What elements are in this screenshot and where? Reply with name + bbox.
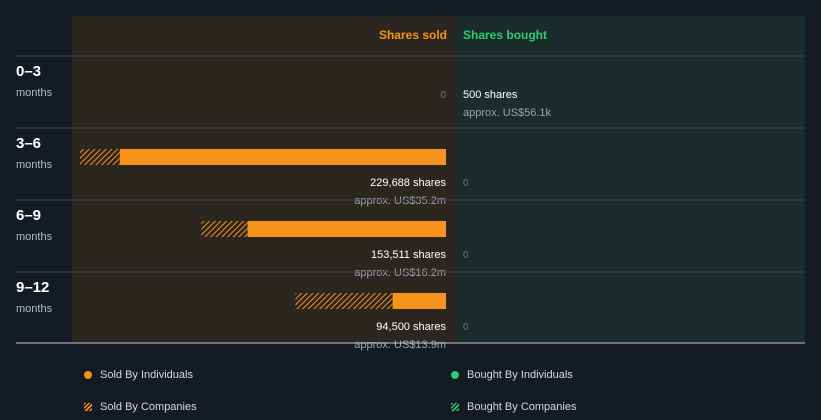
sold-value-label: approx. US$16.2m — [354, 267, 446, 279]
legend-label: Sold By Companies — [100, 401, 197, 413]
legend-label: Sold By Individuals — [100, 369, 193, 381]
bought-shares-label: 0 — [463, 178, 469, 189]
sold-by-individuals-bar — [119, 149, 447, 165]
green-dot-icon — [451, 371, 459, 379]
sold-shares-label: 153,511 shares — [371, 249, 447, 261]
sold-by-companies-bar — [201, 221, 248, 237]
bought-panel-background — [455, 16, 805, 342]
bought-shares-label: 0 — [463, 322, 469, 333]
period-label: 6–9 — [16, 207, 41, 224]
legend-sold-companies: Sold By Companies — [84, 401, 197, 413]
green-hatch-icon — [451, 403, 459, 411]
sold-shares-label: 229,688 shares — [370, 177, 446, 189]
sold-shares-label: 94,500 shares — [376, 321, 446, 333]
legend-bought-companies: Bought By Companies — [451, 401, 576, 413]
orange-dot-icon — [84, 371, 92, 379]
period-label: 9–12 — [16, 279, 49, 296]
period-unit-label: months — [16, 231, 53, 243]
sold-by-individuals-bar — [247, 221, 446, 237]
sold-shares-label: 0 — [440, 90, 446, 101]
sold-value-label: approx. US$13.9m — [354, 339, 446, 351]
period-label: 0–3 — [16, 63, 41, 80]
sold-by-companies-bar — [295, 293, 393, 309]
legend-sold-individuals: Sold By Individuals — [84, 369, 193, 381]
bought-value-label: approx. US$56.1k — [463, 107, 552, 119]
insider-trading-chart: Shares sold Shares bought 0–3 months 0 500 … — [16, 16, 805, 351]
period-label: 3–6 — [16, 135, 41, 152]
bought-shares-label: 0 — [463, 250, 469, 261]
legend-label: Bought By Individuals — [467, 369, 573, 381]
sold-by-companies-bar — [80, 149, 120, 165]
bought-shares-label: 500 shares — [463, 89, 518, 101]
sold-value-label: approx. US$35.2m — [354, 195, 446, 207]
period-unit-label: months — [16, 303, 53, 315]
sold-by-individuals-bar — [392, 293, 446, 309]
period-unit-label: months — [16, 87, 53, 99]
shares-bought-header: Shares bought — [463, 28, 547, 42]
period-unit-label: months — [16, 159, 53, 171]
orange-hatch-icon — [84, 403, 92, 411]
legend-label: Bought By Companies — [467, 401, 577, 413]
legend-bought-individuals: Bought By Individuals — [451, 369, 573, 381]
shares-sold-header: Shares sold — [379, 28, 447, 42]
